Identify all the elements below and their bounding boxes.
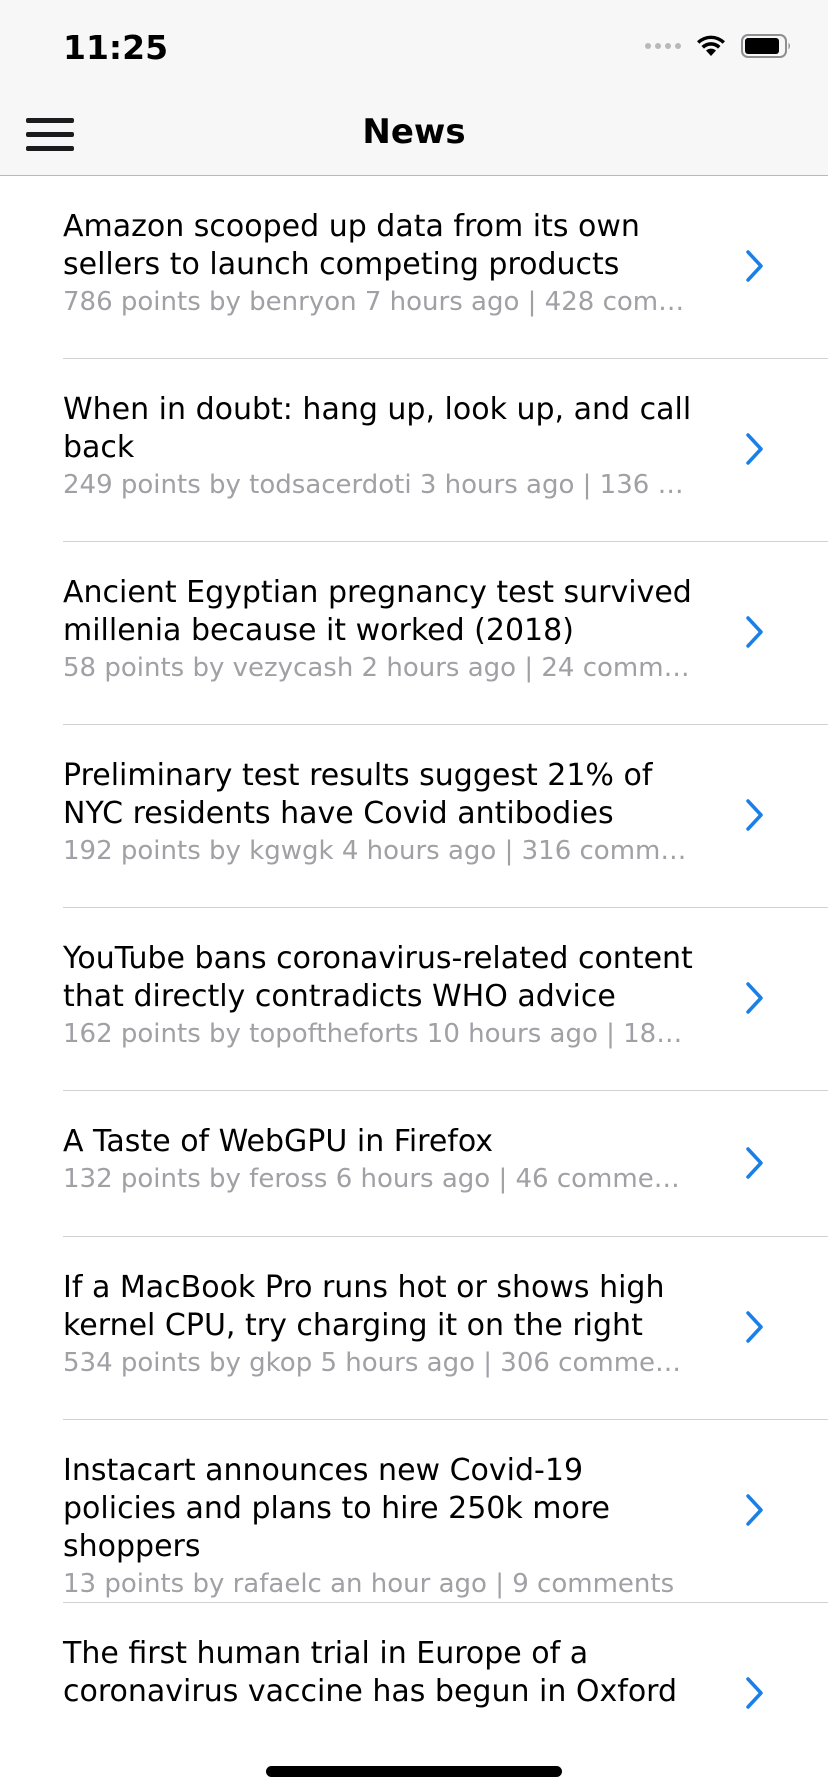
chevron-right-icon bbox=[746, 616, 763, 648]
story-meta: 249 points by todsacerdoti 3 hours ago |… bbox=[63, 470, 693, 500]
story-row[interactable]: Amazon scooped up data from its own sell… bbox=[0, 176, 828, 359]
story-row[interactable]: A Taste of WebGPU in Firefox 132 points … bbox=[0, 1091, 828, 1237]
story-row[interactable]: When in doubt: hang up, look up, and cal… bbox=[0, 359, 828, 542]
home-indicator[interactable] bbox=[266, 1766, 562, 1777]
chevron-right-icon bbox=[746, 1311, 763, 1343]
page-title: News bbox=[362, 112, 466, 152]
story-title: When in doubt: hang up, look up, and cal… bbox=[63, 392, 692, 465]
chevron-right-icon bbox=[746, 1677, 763, 1709]
story-row[interactable]: Instacart announces new Covid-19 policie… bbox=[0, 1420, 828, 1603]
story-title: Amazon scooped up data from its own sell… bbox=[63, 209, 640, 282]
story-row[interactable]: The first human trial in Europe of a cor… bbox=[0, 1603, 828, 1786]
story-title: Preliminary test results suggest 21% of … bbox=[63, 758, 653, 831]
status-time: 11:25 bbox=[63, 28, 169, 67]
chevron-right-icon bbox=[746, 1494, 763, 1526]
story-row[interactable]: If a MacBook Pro runs hot or shows high … bbox=[0, 1237, 828, 1420]
story-title: YouTube bans coronavirus-related content… bbox=[63, 941, 693, 1014]
wifi-icon bbox=[695, 34, 727, 58]
story-meta: 162 points by topoftheforts 10 hours ago… bbox=[63, 1019, 693, 1049]
story-meta: 786 points by benryon 7 hours ago | 428 … bbox=[63, 287, 693, 317]
chevron-right-icon bbox=[746, 250, 763, 282]
story-meta: 534 points by gkop 5 hours ago | 306 com… bbox=[63, 1348, 693, 1378]
chevron-right-icon bbox=[746, 1147, 763, 1179]
story-meta: 13 points by rafaelc an hour ago | 9 com… bbox=[63, 1569, 675, 1599]
status-bar: 11:25 bbox=[0, 0, 828, 100]
story-meta: 132 points by feross 6 hours ago | 46 co… bbox=[63, 1164, 693, 1194]
story-title: The first human trial in Europe of a cor… bbox=[63, 1636, 678, 1709]
status-icons bbox=[645, 34, 793, 58]
story-title: Instacart announces new Covid-19 policie… bbox=[63, 1453, 610, 1564]
story-row[interactable]: Preliminary test results suggest 21% of … bbox=[0, 725, 828, 908]
story-title: A Taste of WebGPU in Firefox bbox=[63, 1124, 494, 1159]
story-title: Ancient Egyptian pregnancy test survived… bbox=[63, 575, 692, 648]
news-list: Amazon scooped up data from its own sell… bbox=[0, 176, 828, 1786]
battery-icon bbox=[741, 34, 793, 58]
chevron-right-icon bbox=[746, 433, 763, 465]
chevron-right-icon bbox=[746, 982, 763, 1014]
story-meta: 58 points by vezycash 2 hours ago | 24 c… bbox=[63, 653, 693, 683]
story-row[interactable]: Ancient Egyptian pregnancy test survived… bbox=[0, 542, 828, 725]
navigation-bar: News bbox=[0, 100, 828, 176]
story-title: If a MacBook Pro runs hot or shows high … bbox=[63, 1270, 665, 1343]
story-meta: 192 points by kgwgk 4 hours ago | 316 co… bbox=[63, 836, 693, 866]
story-row[interactable]: YouTube bans coronavirus-related content… bbox=[0, 908, 828, 1091]
signal-icon bbox=[645, 43, 681, 49]
chevron-right-icon bbox=[746, 799, 763, 831]
